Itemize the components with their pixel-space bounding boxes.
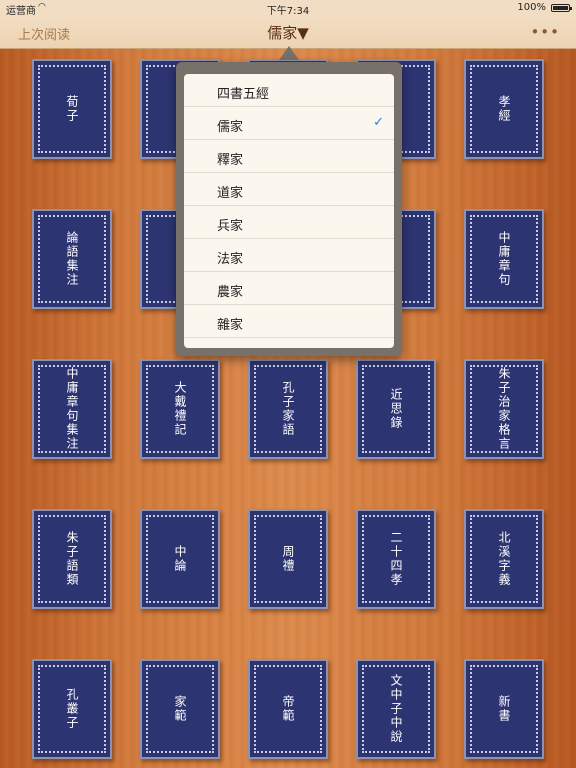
battery-icon: [551, 4, 572, 12]
book-title: 周禮: [281, 545, 295, 573]
clock: 下午7:34: [266, 6, 310, 17]
popover-arrow: [279, 46, 299, 60]
book-title: 近思錄: [389, 388, 403, 430]
book-cover[interactable]: 論語集注: [32, 209, 112, 309]
book-title: 大戴禮記: [173, 381, 187, 437]
book-title: 孝經: [497, 95, 511, 123]
book-cover[interactable]: 朱子語類: [32, 509, 112, 609]
book-cover[interactable]: 中庸章句: [464, 209, 544, 309]
category-item[interactable]: 釋家: [184, 140, 394, 173]
category-item[interactable]: 兵家: [184, 206, 394, 239]
book-title: 二十四孝: [389, 531, 403, 587]
category-item-label: 法家: [217, 252, 244, 267]
book-cover[interactable]: 孔叢子: [32, 659, 112, 759]
book-cover[interactable]: 二十四孝: [356, 509, 436, 609]
book-title: 朱子語類: [65, 531, 79, 587]
more-options-icon[interactable]: •••: [530, 23, 560, 41]
book-cover[interactable]: 文中子中說: [356, 659, 436, 759]
book-cover[interactable]: 近思錄: [356, 359, 436, 459]
book-cover[interactable]: 朱子治家格言: [464, 359, 544, 459]
book-title: 論語集注: [65, 231, 79, 287]
category-item[interactable]: 道家: [184, 173, 394, 206]
book-title: 家範: [173, 695, 187, 723]
book-cover[interactable]: 周禮: [248, 509, 328, 609]
book-cover[interactable]: 中庸章句集注: [32, 359, 112, 459]
book-cover[interactable]: 荀子: [32, 59, 112, 159]
category-item-label: 四書五經: [217, 87, 270, 102]
book-cover[interactable]: 新書: [464, 659, 544, 759]
category-item-label: 釋家: [217, 153, 244, 168]
category-dropdown-title[interactable]: 儒家▼: [0, 22, 576, 43]
book-cover[interactable]: 孝經: [464, 59, 544, 159]
book-cover[interactable]: 北溪字義: [464, 509, 544, 609]
book-cover[interactable]: 中論: [140, 509, 220, 609]
category-popover: 四書五經儒家 ✓ 釋家道家兵家法家農家雜家: [176, 62, 402, 356]
category-item-label: 雜家: [217, 318, 244, 333]
book-title: 帝範: [281, 695, 295, 723]
book-title: 中論: [173, 545, 187, 573]
book-title: 孔子家語: [281, 381, 295, 437]
battery-percent: 100%: [517, 2, 546, 13]
book-cover[interactable]: 孔子家語: [248, 359, 328, 459]
category-item-label: 道家: [217, 186, 244, 201]
status-bar: 运营商 ◠ 下午7:34 100%: [0, 0, 576, 17]
book-cover[interactable]: 大戴禮記: [140, 359, 220, 459]
category-item-label: 農家: [217, 285, 244, 300]
checkmark-icon: ✓: [373, 115, 384, 130]
category-list: 四書五經儒家 ✓ 釋家道家兵家法家農家雜家: [184, 74, 394, 348]
book-cover[interactable]: 家範: [140, 659, 220, 759]
navigation-bar: 上次阅读 儒家▼ •••: [0, 16, 576, 49]
category-item[interactable]: 法家: [184, 239, 394, 272]
book-title: 文中子中說: [389, 674, 403, 744]
category-item[interactable]: 雜家: [184, 305, 394, 338]
book-title: 中庸章句: [497, 231, 511, 287]
book-title: 新書: [497, 695, 511, 723]
book-title: 朱子治家格言: [497, 367, 511, 451]
category-item-label: 儒家: [217, 120, 244, 135]
book-title: 北溪字義: [497, 531, 511, 587]
category-item[interactable]: 四書五經: [184, 74, 394, 107]
category-item[interactable]: 農家: [184, 272, 394, 305]
book-cover[interactable]: 帝範: [248, 659, 328, 759]
book-title: 中庸章句集注: [65, 367, 79, 451]
book-title: 荀子: [65, 95, 79, 123]
category-item[interactable]: 儒家 ✓: [184, 107, 394, 140]
category-item-label: 兵家: [217, 219, 244, 234]
book-title: 孔叢子: [65, 688, 79, 730]
